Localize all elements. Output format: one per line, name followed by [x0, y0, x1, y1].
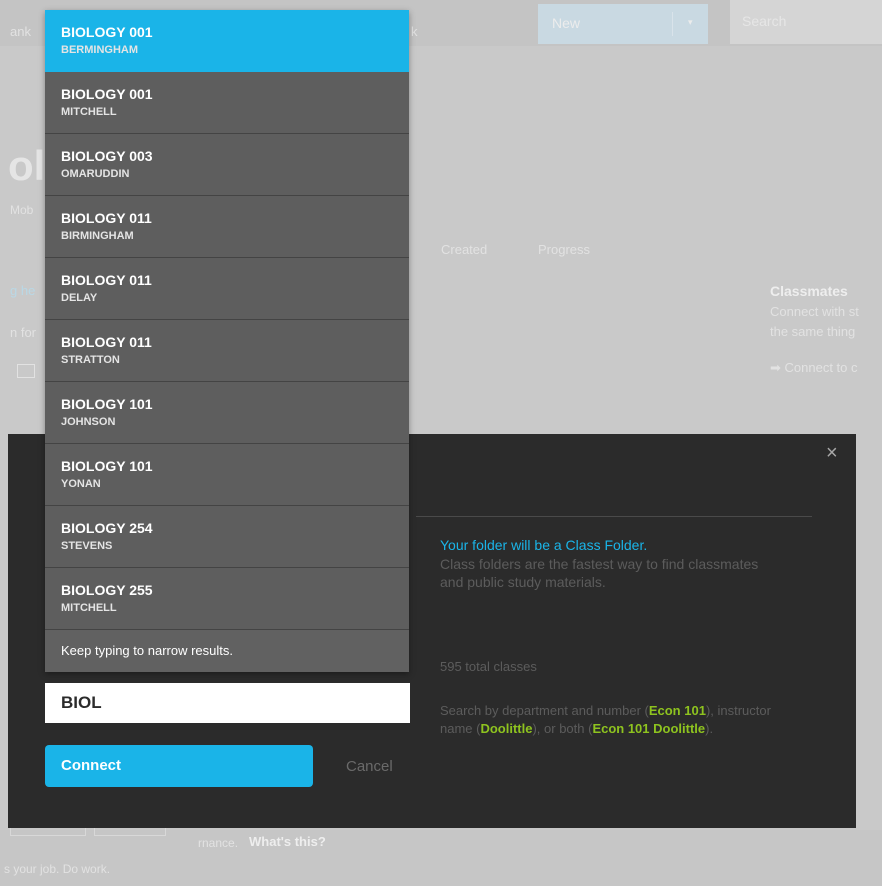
result-course: BIOLOGY 255 — [61, 582, 153, 598]
classmates-title: Classmates — [770, 283, 848, 299]
result-instructor: BIRMINGHAM — [61, 230, 134, 242]
info-body: Class folders are the fastest way to fin… — [440, 556, 759, 590]
result-course: BIOLOGY 003 — [61, 148, 153, 164]
result-instructor: JOHNSON — [61, 416, 116, 428]
result-item[interactable]: BIOLOGY 001 BERMINGHAM — [45, 10, 409, 72]
help-text-part: ), or both ( — [532, 721, 593, 736]
result-instructor: DELAY — [61, 292, 98, 304]
result-item[interactable]: BIOLOGY 101 JOHNSON — [45, 382, 409, 444]
global-search-placeholder: Search — [742, 13, 787, 29]
result-course: BIOLOGY 011 — [61, 334, 152, 350]
dropdown-footer-hint: Keep typing to narrow results. — [45, 630, 409, 672]
result-course: BIOLOGY 101 — [61, 458, 153, 474]
result-instructor: STEVENS — [61, 540, 113, 552]
result-instructor: MITCHELL — [61, 602, 117, 614]
class-results-dropdown: BIOLOGY 001 BERMINGHAM BIOLOGY 001 MITCH… — [45, 10, 409, 672]
modal-divider — [416, 516, 812, 517]
result-course: BIOLOGY 011 — [61, 210, 152, 226]
chevron-down-icon[interactable]: ▾ — [688, 17, 693, 28]
new-button-divider — [672, 12, 673, 36]
bottom-text: rnance. — [198, 836, 239, 850]
result-item[interactable]: BIOLOGY 001 MITCHELL — [45, 72, 409, 134]
page-title: ol — [8, 142, 46, 189]
result-course: BIOLOGY 011 — [61, 272, 152, 288]
result-instructor: BERMINGHAM — [61, 44, 138, 56]
new-button-label: New — [552, 15, 581, 31]
tab-created[interactable]: Created — [441, 242, 487, 257]
global-search-input[interactable]: Search — [730, 0, 882, 44]
result-item[interactable]: BIOLOGY 254 STEVENS — [45, 506, 409, 568]
result-item[interactable]: BIOLOGY 101 YONAN — [45, 444, 409, 506]
result-item[interactable]: BIOLOGY 011 BIRMINGHAM — [45, 196, 409, 258]
classmates-desc-line2: the same thing — [770, 324, 856, 339]
result-course: BIOLOGY 001 — [61, 86, 153, 102]
result-course: BIOLOGY 101 — [61, 396, 153, 412]
class-search-input[interactable] — [45, 683, 410, 723]
result-instructor: OMARUDDIN — [61, 168, 130, 180]
nav-link-fragment-2[interactable]: k — [411, 24, 418, 39]
page-subtitle: Mob — [10, 203, 34, 217]
result-item[interactable]: BIOLOGY 011 DELAY — [45, 258, 409, 320]
new-button[interactable]: New ▾ — [538, 4, 708, 44]
text-fragment: n for — [10, 325, 37, 340]
result-course: BIOLOGY 254 — [61, 520, 153, 536]
classmates-desc-line1: Connect with st — [770, 304, 859, 319]
help-example-instructor: Doolittle — [480, 721, 533, 736]
close-icon[interactable]: × — [826, 443, 838, 463]
connect-classmates-link[interactable]: ➡ Connect to c — [770, 360, 858, 376]
connect-button[interactable]: Connect — [45, 745, 313, 787]
result-instructor: STRATTON — [61, 354, 120, 366]
help-text-part: Search by department and number ( — [440, 703, 649, 718]
total-classes: 595 total classes — [440, 659, 537, 674]
bottom-left-text: s your job. Do work. — [4, 862, 111, 876]
search-help-text: Search by department and number (Econ 10… — [440, 702, 780, 738]
cancel-button[interactable]: Cancel — [346, 758, 393, 775]
help-text-part: ). — [705, 721, 714, 736]
result-item[interactable]: BIOLOGY 255 MITCHELL — [45, 568, 409, 630]
result-instructor: MITCHELL — [61, 106, 117, 118]
folder-icon — [17, 364, 35, 378]
result-course: BIOLOGY 001 — [61, 24, 153, 40]
result-item[interactable]: BIOLOGY 003 OMARUDDIN — [45, 134, 409, 196]
bottom-area — [0, 830, 882, 886]
result-instructor: YONAN — [61, 478, 101, 490]
help-link-fragment[interactable]: g he — [10, 283, 35, 298]
help-example-both: Econ 101 Doolittle — [592, 721, 706, 736]
info-title: Your folder will be a Class Folder. — [440, 537, 648, 553]
tab-progress[interactable]: Progress — [538, 242, 590, 257]
result-item[interactable]: BIOLOGY 011 STRATTON — [45, 320, 409, 382]
nav-link-fragment[interactable]: ank — [10, 24, 31, 39]
help-example-dept-number: Econ 101 — [648, 703, 706, 718]
whats-this-link[interactable]: What's this? — [249, 834, 326, 849]
